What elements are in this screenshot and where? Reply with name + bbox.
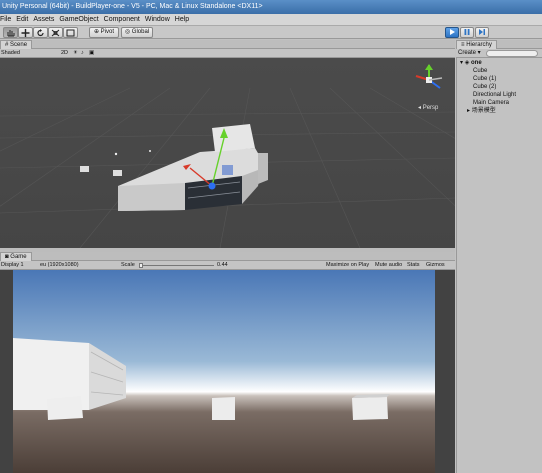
rotate-icon [37, 29, 44, 37]
tab-game[interactable]: ◙ Game [0, 252, 32, 261]
menu-gameobject[interactable]: GameObject [59, 16, 103, 23]
game-tab-label: Game [10, 254, 27, 260]
cube-1-scene[interactable] [80, 166, 89, 172]
play-icon [450, 29, 455, 35]
hierarchy-tab-bar: ≡ Hierarchy [456, 40, 542, 49]
game-tab-icon: ◙ [5, 254, 9, 260]
display-dropdown[interactable]: Display 1 [1, 261, 24, 270]
hierarchy-search-input[interactable] [486, 50, 538, 57]
hierarchy-options-bar: Create ▾ [456, 49, 542, 58]
pivot-icon: ⊕ [93, 29, 99, 35]
window-title-bar: Unity Personal (64bit) - BuildPlayer-one… [0, 0, 542, 14]
scale-label: Scale [121, 262, 135, 268]
move-icon [21, 29, 30, 37]
rect-tool-button[interactable] [63, 27, 78, 38]
hand-tool-button[interactable] [3, 27, 18, 38]
hierarchy-item[interactable]: Main Camera [457, 99, 542, 107]
menu-file[interactable]: File [0, 16, 16, 23]
hierarchy-item-collapsed[interactable]: ▸ 场景模型 [457, 107, 542, 115]
menu-component[interactable]: Component [104, 16, 145, 23]
pause-icon [464, 29, 470, 35]
menu-help[interactable]: Help [175, 16, 194, 23]
hierarchy-item[interactable]: Directional Light [457, 91, 542, 99]
game-render [13, 270, 435, 473]
global-toggle-button[interactable]: ◎ Global [121, 27, 153, 38]
menu-bar: File Edit Assets GameObject Component Wi… [0, 14, 542, 26]
cube-2-scene[interactable] [113, 170, 122, 176]
scene-root-name: one [470, 60, 482, 66]
hand-icon [7, 30, 15, 37]
pivot-label: Pivot [100, 29, 115, 35]
menu-assets[interactable]: Assets [33, 16, 59, 23]
hierarchy-list: ▾ ◈ one Cube Cube (1) Cube (2) Direction… [456, 58, 542, 473]
tab-scene[interactable]: # Scene [0, 40, 33, 49]
projection-label[interactable]: ◂ Persp [418, 104, 438, 111]
scene-tab-bar: # Scene [0, 40, 455, 49]
game-options-bar: Display 1 eu (1920x1080) Scale 0.44 Maxi… [0, 261, 455, 270]
mute-audio-toggle[interactable]: Mute audio [375, 261, 402, 270]
rect-tool-icon [66, 29, 75, 37]
gizmos-dropdown[interactable]: Gizmos [426, 261, 445, 270]
game-viewport[interactable] [13, 270, 435, 473]
shading-mode-dropdown[interactable]: Shaded [1, 49, 20, 58]
scale-value: 0.44 [217, 262, 228, 268]
unity-scene-icon: ◈ [464, 60, 470, 66]
tab-hierarchy[interactable]: ≡ Hierarchy [456, 40, 497, 49]
audio-toggle-icon[interactable]: ♪ [81, 49, 84, 58]
pivot-toggle-button[interactable]: ⊕ Pivot [89, 27, 119, 38]
hierarchy-tab-icon: ≡ [461, 42, 465, 48]
hierarchy-item[interactable]: Cube (1) [457, 75, 542, 83]
play-button[interactable] [445, 27, 459, 38]
effects-toggle-icon[interactable]: ▣ [89, 49, 94, 58]
light-marker[interactable] [114, 152, 118, 156]
menu-window[interactable]: Window [145, 16, 175, 23]
global-label: Global [131, 29, 150, 35]
building-model[interactable] [118, 124, 268, 211]
rotate-tool-button[interactable] [33, 27, 48, 38]
main-toolbar: ⊕ Pivot ◎ Global [0, 26, 542, 39]
create-label: Create [458, 50, 477, 56]
persp-label: Persp [422, 105, 439, 111]
scene-tab-icon: # [5, 42, 9, 48]
camera-marker[interactable] [149, 150, 151, 152]
hierarchy-tab-label: Hierarchy [466, 42, 492, 48]
game-tab-bar: ◙ Game [0, 252, 455, 261]
step-icon [479, 29, 485, 35]
move-tool-button[interactable] [18, 27, 33, 38]
scene-viewport[interactable]: ◂ Persp [0, 58, 455, 248]
resolution-dropdown[interactable]: eu (1920x1080) [40, 261, 79, 270]
create-dropdown[interactable]: Create ▾ [458, 49, 481, 58]
stats-toggle[interactable]: Stats [407, 261, 420, 270]
scene-options-bar: Shaded 2D ☀ ♪ ▣ [0, 49, 455, 58]
hierarchy-item-label: 场景模型 [471, 108, 496, 114]
mode-2d-toggle[interactable]: 2D [61, 49, 68, 58]
scene-root-row[interactable]: ▾ ◈ one [457, 59, 542, 67]
scene-render [0, 87, 455, 248]
hierarchy-item[interactable]: Cube (2) [457, 83, 542, 91]
menu-edit[interactable]: Edit [16, 16, 33, 23]
lighting-toggle-icon[interactable]: ☀ [73, 49, 78, 58]
scale-tool-button[interactable] [48, 27, 63, 38]
orientation-gizmo[interactable] [413, 64, 445, 106]
scale-slider-handle[interactable] [139, 263, 143, 268]
hierarchy-item[interactable]: Cube [457, 67, 542, 75]
scale-icon [51, 29, 60, 37]
global-icon: ◎ [124, 29, 131, 35]
maximize-on-play-toggle[interactable]: Maximize on Play [326, 261, 369, 270]
scene-tab-label: Scene [10, 42, 28, 48]
expand-arrow-icon[interactable]: ▾ [460, 60, 463, 66]
expand-arrow-icon[interactable]: ▸ [467, 108, 470, 114]
window-title: Unity Personal (64bit) - BuildPlayer-one… [2, 3, 263, 10]
scale-slider[interactable] [140, 265, 214, 266]
pause-button[interactable] [460, 27, 474, 38]
step-button[interactable] [475, 27, 489, 38]
